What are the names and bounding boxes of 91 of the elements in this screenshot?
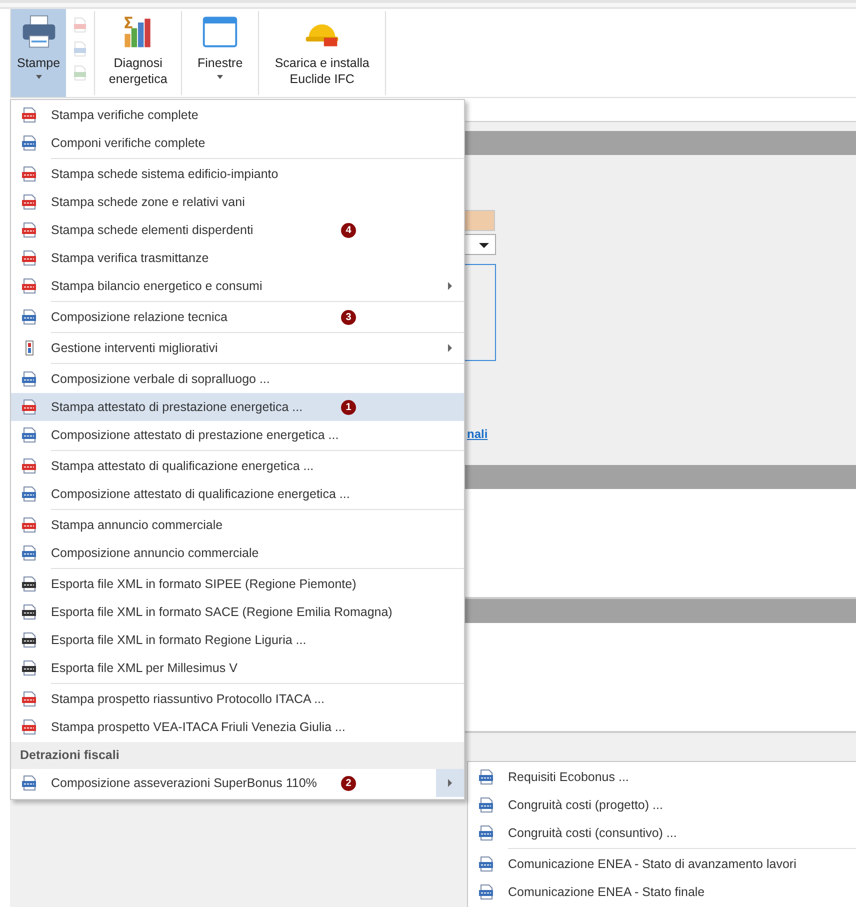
menu-item-label: Congruità costi (consuntivo) ... bbox=[508, 826, 677, 840]
menu-item-label: Comunicazione ENEA - Stato di avanzamento lavori bbox=[508, 857, 796, 871]
doc-file-icon bbox=[478, 856, 494, 872]
menu-item[interactable]: Composizione asseverazioni SuperBonus 110% 2 bbox=[11, 769, 464, 797]
menu-item-label: Composizione asseverazioni SuperBonus 110% bbox=[51, 776, 318, 790]
pdf-file-icon bbox=[21, 166, 37, 182]
menu-item-label: Requisiti Ecobonus ... bbox=[508, 770, 629, 784]
menu-item-label: Stampa annuncio commerciale bbox=[51, 518, 224, 532]
pdf-file-icon bbox=[21, 399, 37, 415]
ribbon-button[interactable]: Scarica e installa Euclide IFC bbox=[259, 9, 386, 97]
xml-file-icon bbox=[21, 632, 37, 648]
pdf-file-icon bbox=[21, 107, 37, 123]
menu-item-label: Stampa attestato di prestazione energetica ... bbox=[51, 400, 304, 414]
menu-item[interactable]: Stampa schede zone e relativi vani bbox=[11, 188, 464, 216]
ribbon-button[interactable]: Stampe bbox=[11, 9, 66, 97]
number-badge: 3 bbox=[341, 310, 356, 324]
menu-item-label: Stampa prospetto VEA-ITACA Friuli Venezia Giulia ... bbox=[51, 720, 346, 734]
submenu-arrow-icon bbox=[448, 779, 452, 787]
pdf-file-icon bbox=[21, 691, 37, 707]
doc-file-icon bbox=[21, 371, 37, 387]
doc-file-icon bbox=[21, 486, 37, 502]
menu-item-label: Composizione relazione tecnica bbox=[51, 310, 228, 324]
menu-item-label: Stampa schede zone e relativi vani bbox=[51, 195, 246, 209]
menu-item[interactable]: Congruità costi (consuntivo) ... bbox=[468, 819, 856, 847]
menu-item-label: Componi verifiche complete bbox=[51, 136, 206, 150]
menu-item[interactable]: Composizione attestato di qualificazione energetica ... bbox=[11, 480, 464, 508]
pdf-file-icon bbox=[21, 719, 37, 735]
menu-item[interactable]: Stampa schede elementi disperdenti 4 bbox=[11, 216, 464, 244]
menu-item-label: Composizione attestato di qualificazione energetica ... bbox=[51, 487, 350, 501]
menu-item-label: Composizione annuncio commerciale bbox=[51, 546, 260, 560]
menu-item-label: Stampa bilancio energetico e consumi bbox=[51, 279, 264, 293]
menu-item-label: Esporta file XML in formato SIPEE (Regione Piemonte) bbox=[51, 577, 356, 591]
menu-item-label: Esporta file XML per Millesimus V bbox=[51, 661, 238, 675]
menu-item[interactable]: Composizione annuncio commerciale bbox=[11, 539, 464, 567]
menu-item[interactable]: Stampa bilancio energetico e consumi bbox=[11, 272, 464, 300]
number-badge: 4 bbox=[341, 222, 356, 238]
menu-item-label: Gestione interventi migliorativi bbox=[51, 341, 219, 355]
ribbon-button[interactable]: Diagnosi energetica bbox=[95, 9, 182, 97]
pdf-file-icon bbox=[21, 517, 37, 533]
menu-item-label: Composizione attestato di prestazione energetica ... bbox=[51, 428, 339, 442]
pdf-file-icon bbox=[21, 222, 37, 238]
menu-item-label: Stampa verifiche complete bbox=[51, 108, 200, 122]
doc-file-icon bbox=[21, 775, 37, 791]
menu-item-label: Stampa schede elementi disperdenti bbox=[51, 223, 254, 237]
menu-item[interactable]: Requisiti Ecobonus ... bbox=[468, 763, 856, 791]
menu-item-label: Esporta file XML in formato SACE (Regione Emilia Romagna) bbox=[51, 605, 392, 619]
menu-section-header: Detrazioni fiscali bbox=[11, 742, 464, 769]
menu-item[interactable]: Congruità costi (progetto) ... bbox=[468, 791, 856, 819]
menu-item[interactable]: Comunicazione ENEA - Stato finale bbox=[468, 878, 856, 906]
doc-file-icon bbox=[21, 545, 37, 561]
doc-file-icon bbox=[21, 135, 37, 151]
pdf-file-icon bbox=[21, 278, 37, 294]
submenu-expander[interactable] bbox=[436, 769, 464, 797]
submenu-arrow-icon bbox=[448, 282, 452, 290]
doc-file-icon bbox=[21, 309, 37, 325]
menu-item-label: Stampa verifica trasmittanze bbox=[51, 251, 210, 265]
doc-file-icon bbox=[478, 884, 494, 900]
xml-file-icon bbox=[21, 604, 37, 620]
menu-item[interactable]: Stampa verifiche complete bbox=[11, 101, 464, 129]
caret-icon bbox=[217, 75, 224, 79]
caret-icon bbox=[479, 243, 489, 248]
menu-item-label: Esporta file XML in formato Regione Liguria ... bbox=[51, 633, 308, 647]
menu-item[interactable]: Stampa prospetto VEA-ITACA Friuli Venezia Giulia ... bbox=[11, 713, 464, 741]
doc-file-icon bbox=[478, 797, 494, 813]
menu-item[interactable]: Esporta file XML in formato SACE (Regione Emilia Romagna) bbox=[11, 598, 464, 626]
xml-file-icon bbox=[21, 576, 37, 592]
menu-item-label: Composizione verbale di sopralluogo ... bbox=[51, 372, 271, 386]
menu-item[interactable]: Composizione attestato di prestazione energetica ... bbox=[11, 421, 464, 449]
menu-item[interactable]: Stampa verifica trasmittanze bbox=[11, 244, 464, 272]
doc-file-icon bbox=[478, 825, 494, 841]
doc-file-icon bbox=[478, 769, 494, 785]
link[interactable]: nali bbox=[467, 427, 488, 441]
caret-icon bbox=[36, 75, 42, 79]
menu-item[interactable]: Esporta file XML in formato Regione Liguria ... bbox=[11, 626, 464, 654]
pdf-file-icon bbox=[21, 250, 37, 266]
menu-item-label: Stampa schede sistema edificio-impianto bbox=[51, 167, 280, 181]
pdf-file-icon bbox=[21, 194, 37, 210]
number-badge: 2 bbox=[341, 776, 356, 790]
number-badge: 1 bbox=[341, 400, 356, 414]
pdf-file-icon bbox=[21, 458, 37, 474]
doc-file-icon bbox=[21, 427, 37, 443]
menu-item[interactable]: Esporta file XML per Millesimus V bbox=[11, 654, 464, 682]
menu-item-label: Congruità costi (progetto) ... bbox=[508, 798, 663, 812]
menu-item-label: Stampa prospetto riassuntivo Protocollo ITACA ... bbox=[51, 692, 326, 706]
submenu-arrow-icon bbox=[448, 344, 452, 352]
menu-item[interactable]: Stampa attestato di prestazione energetica ... 1 bbox=[11, 393, 464, 421]
xml-file-icon bbox=[21, 660, 37, 676]
ribbon-button[interactable]: Finestre bbox=[182, 9, 258, 97]
menu-item-label: Comunicazione ENEA - Stato finale bbox=[508, 885, 705, 899]
menu-item[interactable]: Componi verifiche complete bbox=[11, 129, 464, 157]
menu-item-label: Stampa attestato di qualificazione energetica ... bbox=[51, 459, 315, 473]
